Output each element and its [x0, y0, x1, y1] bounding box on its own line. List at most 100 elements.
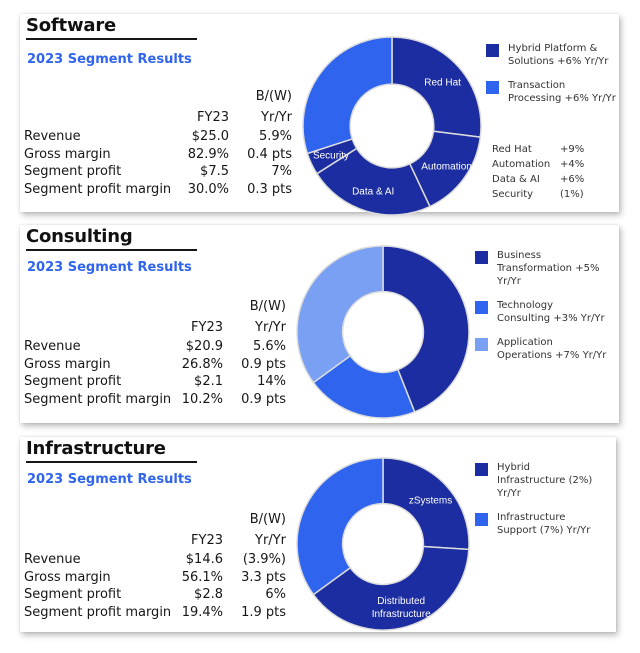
- legend-text: Transformation +5% Yr/Yr: [497, 263, 600, 287]
- growth-value: +9%: [560, 144, 585, 155]
- yoy-value: 3.3 pts: [241, 569, 286, 585]
- fy23-value: $2.1: [194, 374, 223, 389]
- legend-text: Hybrid Platform &: [508, 43, 598, 54]
- legend-text: Technology: [497, 300, 554, 311]
- row-label: Segment profit margin: [24, 181, 172, 197]
- row-label: Gross margin: [24, 146, 111, 162]
- title-underline: [26, 249, 197, 251]
- yoy-header: Yr/Yr: [255, 533, 286, 548]
- yoy-value: 7%: [271, 164, 292, 179]
- panel-subtitle: 2023 Segment Results: [27, 260, 192, 275]
- legend-text: Processing +6% Yr/Yr: [508, 93, 616, 104]
- yoy-value: 1.9 pts: [241, 604, 286, 620]
- fy23-value: $14.6: [185, 552, 223, 567]
- bw-header: B/(W): [249, 512, 286, 527]
- legend-swatch: [475, 251, 488, 264]
- legend-swatch: [486, 44, 499, 57]
- fy23-value: 56.1%: [181, 569, 223, 585]
- fy23-value: $2.8: [194, 587, 223, 602]
- software-donut-chart: Red Hat Automation Data & AI Security: [302, 36, 482, 216]
- consulting-donut-chart: [296, 245, 470, 419]
- row-label: Gross margin: [24, 569, 111, 585]
- legend-item: Application Operations +7% Yr/Yr: [475, 336, 619, 362]
- fy23-value: 19.4%: [181, 604, 223, 620]
- legend-item: Technology Consulting +3% Yr/Yr: [475, 299, 619, 325]
- donut-slice-transaction-processing: [302, 36, 393, 155]
- panel-title: Software: [26, 15, 117, 36]
- yoy-value: 5.6%: [252, 339, 286, 354]
- legend-text: Business: [497, 250, 542, 261]
- yoy-value: 0.4 pts: [247, 146, 292, 162]
- fy23-value: $25.0: [191, 129, 229, 144]
- row-label: Segment profit margin: [24, 391, 172, 407]
- legend-text: Operations +7% Yr/Yr: [497, 350, 607, 361]
- legend-text: Consulting +3% Yr/Yr: [497, 313, 605, 324]
- fy23-header: FY23: [197, 110, 229, 125]
- yoy-header: Yr/Yr: [255, 320, 286, 335]
- bw-header: B/(W): [255, 89, 292, 104]
- growth-row: Red Hat +9%: [492, 142, 602, 157]
- slice-label: Data & AI: [352, 187, 394, 198]
- chart-legend: Hybrid Platform & Solutions +6% Yr/Yr Tran…: [486, 42, 616, 116]
- growth-value: +4%: [560, 159, 585, 170]
- legend-text: Application: [497, 337, 553, 348]
- fy23-value: 10.2%: [181, 391, 223, 407]
- legend-item: Transaction Processing +6% Yr/Yr: [486, 79, 616, 105]
- row-label: Gross margin: [24, 356, 111, 372]
- growth-name: Data & AI: [492, 174, 540, 185]
- fy23-value: $7.5: [200, 164, 229, 179]
- panel-title: Consulting: [26, 226, 133, 247]
- consulting-panel: Consulting 2023 Segment Results B/(W) FY…: [20, 225, 619, 423]
- legend-swatch: [475, 463, 488, 476]
- title-underline: [26, 38, 197, 40]
- legend-text: Support (7%) Yr/Yr: [497, 525, 591, 536]
- growth-name: Red Hat: [492, 144, 532, 155]
- slice-label: Red Hat: [424, 77, 461, 88]
- infrastructure-donut-chart: zSystemsDistributed Infrastructure: [296, 457, 470, 631]
- fy23-value: $20.9: [185, 339, 223, 354]
- legend-item: Infrastructure Support (7%) Yr/Yr: [475, 511, 616, 537]
- row-label: Revenue: [24, 129, 81, 144]
- fy23-value: 82.9%: [187, 146, 229, 162]
- legend-swatch: [475, 338, 488, 351]
- yoy-value: 14%: [257, 374, 286, 389]
- legend-text: Hybrid: [497, 462, 531, 473]
- slice-label: Automation: [421, 162, 472, 173]
- fy23-value: 26.8%: [181, 356, 223, 372]
- row-label: Segment profit: [24, 374, 122, 389]
- infrastructure-panel: Infrastructure 2023 Segment Results B/(W…: [20, 437, 616, 632]
- chart-legend: Hybrid Infrastructure (2%) Yr/Yr Infrastru…: [475, 461, 616, 548]
- yoy-value: 0.9 pts: [241, 356, 286, 372]
- panel-subtitle: 2023 Segment Results: [27, 52, 192, 67]
- row-label: Revenue: [24, 339, 81, 354]
- sub-segment-growth: Red Hat +9% Automation +4% Data & AI +6% Secur…: [492, 142, 602, 202]
- fy23-value: 30.0%: [187, 181, 229, 197]
- row-label: Revenue: [24, 552, 81, 567]
- row-label: Segment profit: [24, 587, 122, 602]
- legend-item: Hybrid Infrastructure (2%) Yr/Yr: [475, 461, 616, 500]
- yoy-value: 0.3 pts: [247, 181, 292, 197]
- donut-slice-application-operations: [296, 245, 384, 384]
- fy23-header: FY23: [191, 320, 223, 335]
- growth-row: Data & AI +6%: [492, 172, 602, 187]
- growth-value: +6%: [560, 174, 585, 185]
- growth-value: (1%): [560, 189, 584, 200]
- row-label: Segment profit margin: [24, 604, 172, 620]
- growth-row: Security (1%): [492, 187, 602, 202]
- bw-header: B/(W): [249, 299, 286, 314]
- legend-item: Hybrid Platform & Solutions +6% Yr/Yr: [486, 42, 616, 68]
- fy23-header: FY23: [191, 533, 223, 548]
- panel-subtitle: 2023 Segment Results: [27, 472, 192, 487]
- software-panel: Software 2023 Segment Results B/(W) FY23…: [20, 14, 619, 216]
- legend-swatch: [475, 301, 488, 314]
- growth-row: Automation +4%: [492, 157, 602, 172]
- yoy-value: 5.9%: [258, 129, 292, 144]
- slice-label: zSystems: [409, 495, 452, 506]
- legend-text: Infrastructure (2%) Yr/Yr: [497, 475, 593, 499]
- legend-swatch: [486, 81, 499, 94]
- growth-name: Automation: [492, 159, 551, 170]
- legend-text: Transaction: [508, 80, 566, 91]
- title-underline: [26, 461, 197, 463]
- legend-text: Solutions +6% Yr/Yr: [508, 56, 609, 67]
- yoy-value: 6%: [265, 587, 286, 602]
